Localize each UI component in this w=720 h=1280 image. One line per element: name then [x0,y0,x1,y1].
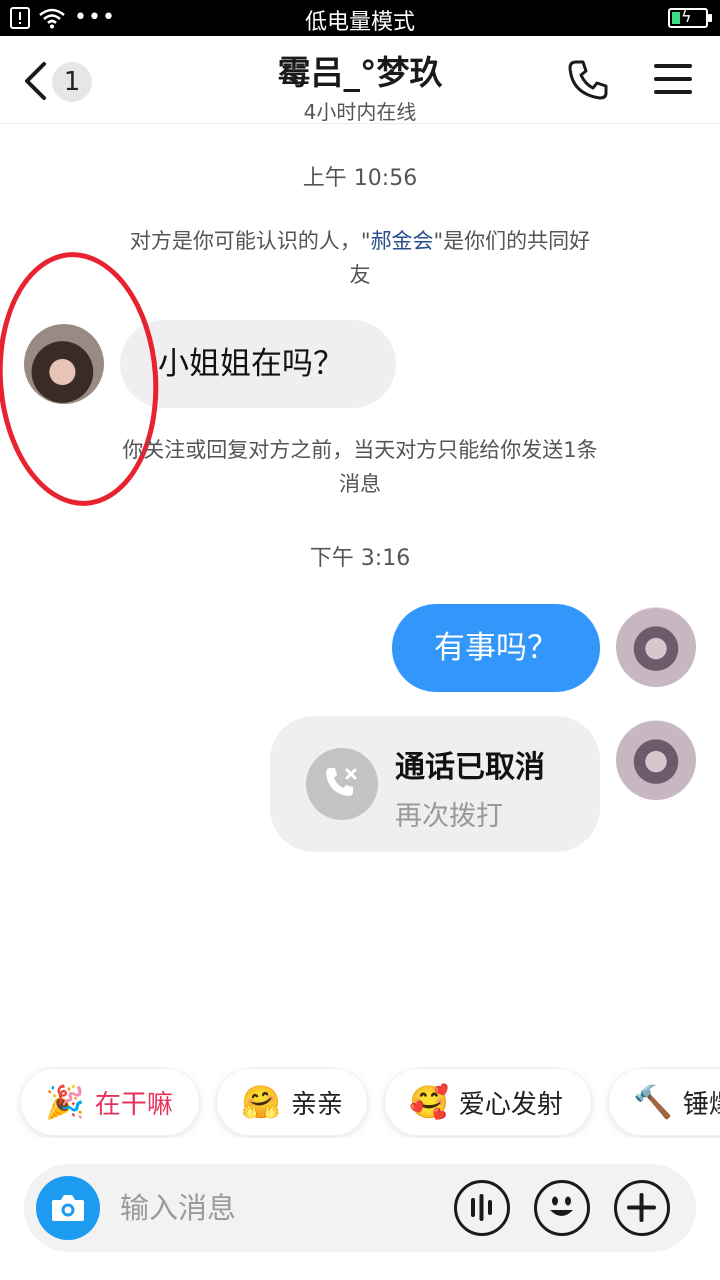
quick-reply-chip[interactable]: 🤗 亲亲 [216,1068,368,1136]
quick-reply-chip[interactable]: 🎉 在干嘛 [20,1068,200,1136]
voice-wave-icon [471,1194,492,1221]
call-status-title: 通话已取消 [395,750,545,785]
smiley-icon [550,1196,573,1216]
call-cancelled-card[interactable]: 通话已取消 再次拨打 [270,716,600,852]
more-actions-button[interactable] [614,1180,670,1236]
message-input-bar [24,1164,696,1252]
chat-screen: ••• 低电量模式 ϟ 1 霉吕_°梦玖 4小时内在线 上午 10:56 对方是… [0,0,720,1280]
battery-icon: ϟ [668,7,712,28]
outgoing-message-bubble[interactable]: 有事吗？ [392,604,600,692]
hug-emoji-icon: 🤗 [241,1083,281,1121]
call-cancelled-icon [306,748,378,820]
quick-reply-chip[interactable]: 🥰 爱心发射 [384,1068,592,1136]
quick-reply-label: 爱心发射 [458,1089,563,1120]
contact-name: 霉吕_°梦玖 [277,53,443,92]
status-bar: ••• 低电量模式 ϟ [0,0,720,36]
quick-reply-label: 亲亲 [290,1089,343,1120]
chat-header: 1 霉吕_°梦玖 4小时内在线 [0,36,720,124]
timestamp: 下午 3:16 [309,546,411,571]
my-avatar[interactable] [616,720,696,800]
status-bar-title: 低电量模式 [304,10,415,35]
header-title: 霉吕_°梦玖 4小时内在线 [160,46,560,125]
chevron-left-icon [25,62,46,100]
timestamp: 上午 10:56 [302,166,418,191]
hearts-emoji-icon: 🥰 [409,1083,449,1121]
incoming-message-bubble[interactable]: 小姐姐在吗？ [120,320,396,408]
mutual-friend-link[interactable]: 郝金会 [371,229,434,253]
mutual-note-prefix: 对方是你可能认识的人，" [129,229,371,253]
phone-icon [568,60,608,100]
unread-count-badge: 1 [52,62,92,102]
online-status: 4小时内在线 [303,100,417,124]
quick-reply-bar: 🎉 在干嘛 🤗 亲亲 🥰 爱心发射 🔨 锤爆 [0,1066,720,1138]
voice-call-button[interactable] [566,58,610,102]
plus-icon [627,1193,656,1222]
message-limit-note: 你关注或回复对方之前，当天对方只能给你发送1条消息 [122,438,598,496]
voice-message-button[interactable] [454,1180,510,1236]
mutual-friend-note: 对方是你可能认识的人，"郝金会"是你们的共同好友 [120,224,600,292]
back-button[interactable]: 1 [22,58,94,104]
menu-icon [654,64,692,68]
emoji-button[interactable] [534,1180,590,1236]
quick-reply-label: 锤爆 [682,1089,720,1120]
quick-reply-label: 在干嘛 [94,1089,173,1120]
menu-button[interactable] [654,64,698,100]
camera-icon [52,1195,84,1221]
camera-button[interactable] [36,1176,100,1240]
hammer-emoji-icon: 🔨 [633,1083,673,1121]
redial-link[interactable]: 再次拨打 [395,794,503,833]
my-avatar[interactable] [616,607,696,687]
quick-reply-chip[interactable]: 🔨 锤爆 [608,1068,720,1136]
message-input[interactable] [120,1184,440,1232]
party-emoji-icon: 🎉 [45,1083,85,1121]
